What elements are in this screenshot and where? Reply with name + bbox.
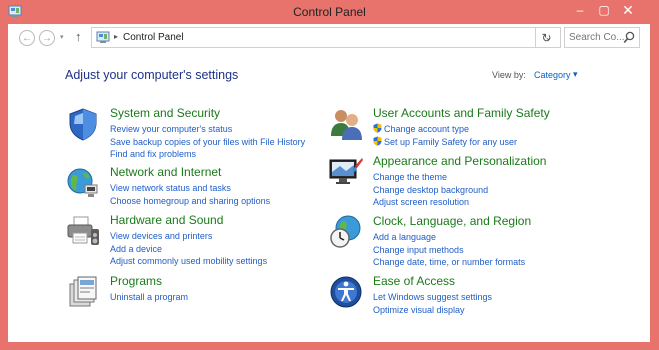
breadcrumb-control-panel[interactable]: Control Panel [123, 32, 184, 43]
link-input-methods[interactable]: Change input methods [373, 244, 525, 257]
view-by-label: View by: [492, 70, 526, 80]
link-file-history[interactable]: Save backup copies of your files with Fi… [110, 136, 305, 149]
category-title[interactable]: User Accounts and Family Safety [373, 106, 550, 120]
clock-globe-icon[interactable] [328, 214, 364, 250]
link-optimize-visual-display[interactable]: Optimize visual display [373, 304, 492, 317]
category-user-accounts: User Accounts and Family Safety Change a… [328, 106, 578, 151]
category-title[interactable]: Clock, Language, and Region [373, 214, 531, 228]
link-date-time-formats[interactable]: Change date, time, or number formats [373, 256, 525, 269]
view-by-dropdown[interactable]: Category [534, 70, 571, 80]
address-bar[interactable]: ▸ Control Panel ⌄ [91, 27, 561, 48]
link-review-computer-status[interactable]: Review your computer's status [110, 123, 305, 136]
window-client-area: ← → ▾ ↑ ▸ Control Panel ⌄ ↻ Search Co... [8, 24, 650, 342]
chevron-down-icon[interactable]: ▾ [573, 69, 578, 80]
search-input[interactable]: Search Co... [564, 27, 640, 48]
search-icon[interactable] [623, 31, 635, 44]
refresh-button[interactable]: ↻ [535, 27, 557, 48]
link-windows-suggest-settings[interactable]: Let Windows suggest settings [373, 291, 492, 304]
uac-shield-icon [373, 136, 382, 146]
category-network-and-internet: Network and Internet View network status… [65, 165, 315, 207]
link-mobility-settings[interactable]: Adjust commonly used mobility settings [110, 255, 267, 268]
link-add-language[interactable]: Add a language [373, 231, 525, 244]
category-hardware-and-sound: Hardware and Sound View devices and prin… [65, 213, 315, 268]
uac-shield-icon [373, 123, 382, 133]
link-desktop-background[interactable]: Change desktop background [373, 184, 488, 197]
control-panel-window: Control Panel – ▢ ✕ ← → ▾ ↑ ▸ Control Pa… [0, 0, 659, 350]
link-devices-printers[interactable]: View devices and printers [110, 230, 267, 243]
close-button[interactable]: ✕ [612, 0, 644, 20]
breadcrumb-separator[interactable]: ▸ [114, 32, 118, 41]
recent-locations-button[interactable]: ▾ [60, 33, 64, 41]
category-title[interactable]: Hardware and Sound [110, 213, 223, 227]
globe-network-icon[interactable] [65, 165, 101, 201]
ease-of-access-icon[interactable] [328, 274, 364, 310]
shield-icon[interactable] [65, 106, 101, 142]
link-find-fix-problems[interactable]: Find and fix problems [110, 148, 305, 161]
link-screen-resolution[interactable]: Adjust screen resolution [373, 196, 488, 209]
link-family-safety[interactable]: Set up Family Safety for any user [373, 136, 517, 149]
category-system-and-security: System and Security Review your computer… [65, 106, 315, 161]
up-button[interactable]: ↑ [75, 29, 82, 44]
window-title: Control Panel [293, 5, 366, 19]
programs-icon[interactable] [65, 274, 101, 310]
category-title[interactable]: Appearance and Personalization [373, 154, 546, 168]
link-change-theme[interactable]: Change the theme [373, 171, 488, 184]
link-label[interactable]: Change account type [384, 124, 469, 134]
main-content: Adjust your computer's settings View by:… [8, 54, 650, 342]
page-heading: Adjust your computer's settings [65, 68, 239, 82]
link-view-network-status[interactable]: View network status and tasks [110, 182, 270, 195]
navigation-bar: ← → ▾ ↑ ▸ Control Panel ⌄ ↻ Search Co... [8, 24, 650, 54]
category-ease-of-access: Ease of Access Let Windows suggest setti… [328, 274, 578, 316]
category-title[interactable]: System and Security [110, 106, 220, 120]
title-bar[interactable]: Control Panel – ▢ ✕ [0, 0, 659, 24]
link-add-device[interactable]: Add a device [110, 243, 267, 256]
monitor-paint-icon[interactable] [328, 154, 364, 190]
link-label[interactable]: Set up Family Safety for any user [384, 137, 517, 147]
search-placeholder: Search Co... [569, 32, 625, 43]
category-title[interactable]: Ease of Access [373, 274, 455, 288]
category-title[interactable]: Programs [110, 274, 162, 288]
category-title[interactable]: Network and Internet [110, 165, 221, 179]
category-clock-language-region: Clock, Language, and Region Add a langua… [328, 214, 578, 269]
link-uninstall-program[interactable]: Uninstall a program [110, 291, 188, 304]
link-homegroup-sharing[interactable]: Choose homegroup and sharing options [110, 195, 270, 208]
category-programs: Programs Uninstall a program [65, 274, 315, 316]
users-icon[interactable] [328, 106, 364, 142]
minimize-button[interactable]: – [568, 0, 592, 20]
category-appearance: Appearance and Personalization Change th… [328, 154, 578, 209]
control-panel-icon [96, 31, 110, 43]
link-change-account-type[interactable]: Change account type [373, 123, 517, 136]
forward-button[interactable]: → [39, 30, 55, 46]
printer-icon[interactable] [65, 213, 101, 249]
back-button[interactable]: ← [19, 30, 35, 46]
